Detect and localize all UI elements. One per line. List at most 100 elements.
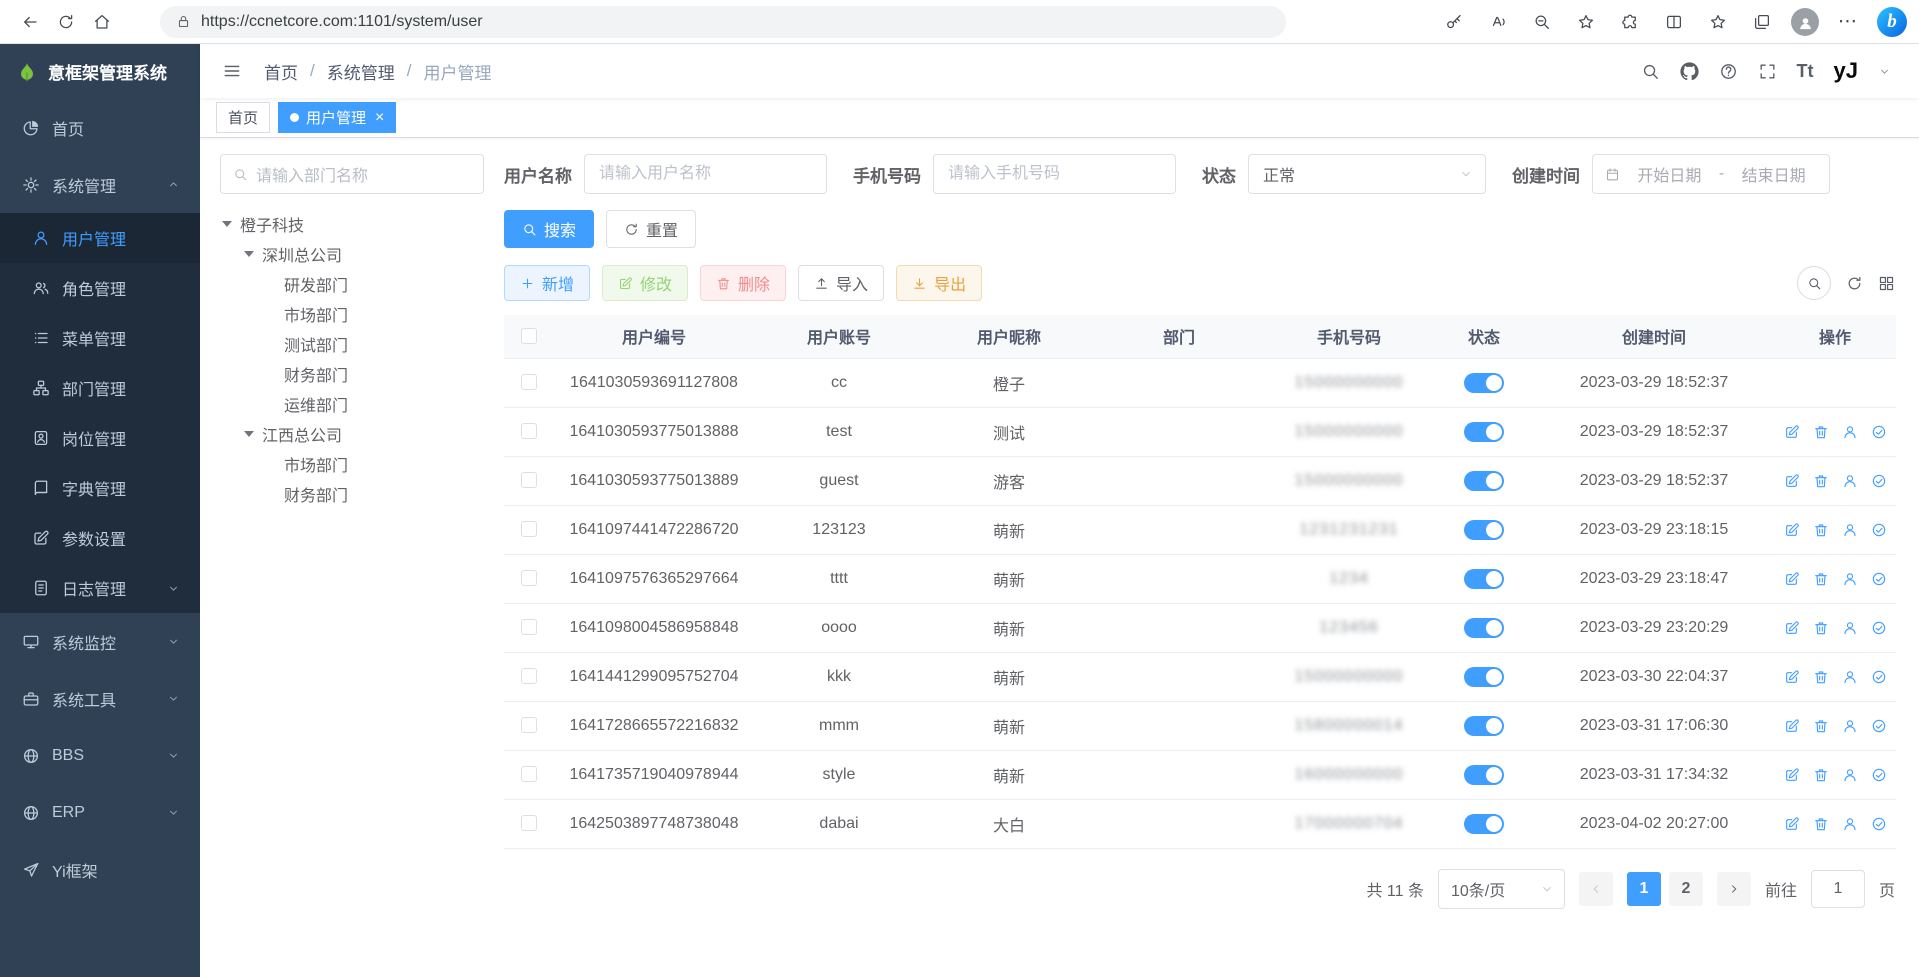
tree-node[interactable]: 江西总公司 (220, 419, 484, 449)
delete-row-button[interactable] (1813, 620, 1829, 636)
reset-password-button[interactable] (1842, 522, 1858, 538)
prev-page-button[interactable] (1579, 872, 1613, 906)
page-size-select[interactable]: 10条/页 (1438, 869, 1565, 909)
assign-role-button[interactable] (1871, 571, 1887, 587)
tree-node[interactable]: 研发部门 (220, 269, 484, 299)
delete-row-button[interactable] (1813, 767, 1829, 783)
assign-role-button[interactable] (1871, 816, 1887, 832)
row-checkbox[interactable] (521, 619, 537, 635)
edit-button[interactable]: 修改 (602, 265, 688, 301)
settings-menu-icon[interactable]: ⋯ (1833, 5, 1863, 39)
reset-password-button[interactable] (1842, 620, 1858, 636)
sidebar-item-user-management[interactable]: 用户管理 (0, 213, 200, 263)
sidebar-item-home[interactable]: 首页 (0, 99, 200, 156)
edit-row-button[interactable] (1784, 816, 1800, 832)
row-checkbox[interactable] (521, 717, 537, 733)
delete-row-button[interactable] (1813, 571, 1829, 587)
edit-row-button[interactable] (1784, 620, 1800, 636)
reset-password-button[interactable] (1842, 669, 1858, 685)
status-toggle[interactable] (1464, 716, 1504, 736)
edit-row-button[interactable] (1784, 473, 1800, 489)
status-select[interactable]: 正常 (1248, 154, 1486, 194)
fullscreen-button[interactable] (1758, 62, 1777, 81)
github-button[interactable] (1680, 62, 1699, 81)
reset-password-button[interactable] (1842, 424, 1858, 440)
browser-home-button[interactable] (84, 5, 120, 39)
tree-node[interactable]: 财务部门 (220, 359, 484, 389)
delete-row-button[interactable] (1813, 522, 1829, 538)
favorites-icon[interactable] (1571, 5, 1601, 39)
sidebar-item-log-management[interactable]: 日志管理 (0, 563, 200, 613)
tree-node[interactable]: 橙子科技 (220, 209, 484, 239)
delete-row-button[interactable] (1813, 473, 1829, 489)
row-checkbox[interactable] (521, 570, 537, 586)
browser-address-bar[interactable]: https://ccnetcore.com:1101/system/user (160, 6, 1286, 38)
page-button-2[interactable]: 2 (1669, 872, 1703, 906)
search-button[interactable]: 搜索 (504, 210, 594, 248)
assign-role-button[interactable] (1871, 718, 1887, 734)
collections-icon[interactable] (1747, 5, 1777, 39)
import-button[interactable]: 导入 (798, 265, 884, 301)
delete-row-button[interactable] (1813, 669, 1829, 685)
edit-row-button[interactable] (1784, 522, 1800, 538)
row-checkbox[interactable] (521, 766, 537, 782)
tree-node[interactable]: 市场部门 (220, 449, 484, 479)
reset-password-button[interactable] (1842, 718, 1858, 734)
row-checkbox[interactable] (521, 374, 537, 390)
assign-role-button[interactable] (1871, 669, 1887, 685)
sidebar-item-role-management[interactable]: 角色管理 (0, 263, 200, 313)
breadcrumb-item[interactable]: 首页 (264, 59, 298, 84)
reset-password-button[interactable] (1842, 473, 1858, 489)
edit-row-button[interactable] (1784, 718, 1800, 734)
created-daterange[interactable]: 开始日期 - 结束日期 (1592, 154, 1830, 194)
tree-node[interactable]: 财务部门 (220, 479, 484, 509)
sidebar-item-menu-management[interactable]: 菜单管理 (0, 313, 200, 363)
delete-row-button[interactable] (1813, 718, 1829, 734)
tree-node[interactable]: 运维部门 (220, 389, 484, 419)
split-screen-icon[interactable] (1659, 5, 1689, 39)
tree-node[interactable]: 深圳总公司 (220, 239, 484, 269)
row-checkbox[interactable] (521, 815, 537, 831)
password-key-icon[interactable] (1439, 5, 1469, 39)
user-avatar-logo[interactable]: yJ (1834, 60, 1858, 82)
row-checkbox[interactable] (521, 423, 537, 439)
delete-button[interactable]: 删除 (700, 265, 786, 301)
dept-search-box[interactable]: 请输入部门名称 (220, 154, 484, 194)
sidebar-item-system-tools[interactable]: 系统工具 (0, 670, 200, 727)
edit-row-button[interactable] (1784, 669, 1800, 685)
tree-node[interactable]: 市场部门 (220, 299, 484, 329)
assign-role-button[interactable] (1871, 424, 1887, 440)
reset-button[interactable]: 重置 (606, 210, 696, 248)
zoom-icon[interactable] (1527, 5, 1557, 39)
browser-refresh-button[interactable] (48, 5, 84, 39)
assign-role-button[interactable] (1871, 767, 1887, 783)
next-page-button[interactable] (1717, 872, 1751, 906)
reset-password-button[interactable] (1842, 571, 1858, 587)
extensions-icon[interactable] (1615, 5, 1645, 39)
select-all-checkbox[interactable] (521, 328, 537, 344)
assign-role-button[interactable] (1871, 473, 1887, 489)
status-toggle[interactable] (1464, 765, 1504, 785)
tab-user-management[interactable]: 用户管理× (278, 102, 396, 133)
sidebar-toggle-button[interactable] (214, 53, 250, 89)
status-toggle[interactable] (1464, 520, 1504, 540)
add-button[interactable]: 新增 (504, 265, 590, 301)
status-toggle[interactable] (1464, 667, 1504, 687)
sidebar-item-system-monitor[interactable]: 系统监控 (0, 613, 200, 670)
edit-row-button[interactable] (1784, 767, 1800, 783)
tree-node[interactable]: 测试部门 (220, 329, 484, 359)
sidebar-item-system-management[interactable]: 系统管理 (0, 156, 200, 213)
reset-password-button[interactable] (1842, 816, 1858, 832)
reset-password-button[interactable] (1842, 767, 1858, 783)
row-checkbox[interactable] (521, 472, 537, 488)
read-aloud-icon[interactable] (1483, 5, 1513, 39)
favorites-bar-icon[interactable] (1703, 5, 1733, 39)
status-toggle[interactable] (1464, 814, 1504, 834)
edit-row-button[interactable] (1784, 571, 1800, 587)
delete-row-button[interactable] (1813, 424, 1829, 440)
status-toggle[interactable] (1464, 471, 1504, 491)
username-input[interactable] (584, 154, 827, 194)
export-button[interactable]: 导出 (896, 265, 982, 301)
toggle-search-button[interactable] (1797, 266, 1831, 300)
status-toggle[interactable] (1464, 373, 1504, 393)
